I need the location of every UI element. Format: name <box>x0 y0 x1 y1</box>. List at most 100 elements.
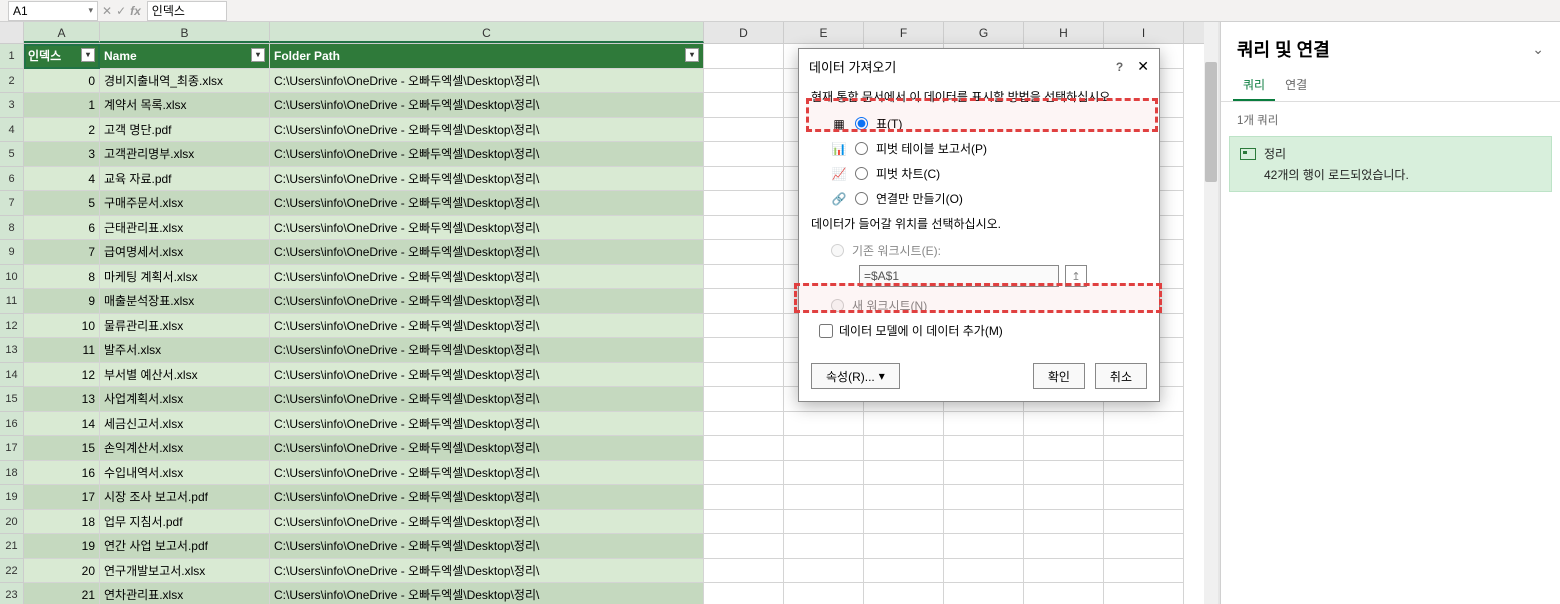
cell[interactable]: C:\Users\info\OneDrive - 오빠두엑셀\Desktop\정… <box>270 412 704 437</box>
cell[interactable] <box>704 142 784 167</box>
cell[interactable]: C:\Users\info\OneDrive - 오빠두엑셀\Desktop\정… <box>270 338 704 363</box>
cell[interactable]: 부서별 예산서.xlsx <box>100 363 270 388</box>
cell[interactable]: C:\Users\info\OneDrive - 오빠두엑셀\Desktop\정… <box>270 216 704 241</box>
cell[interactable]: C:\Users\info\OneDrive - 오빠두엑셀\Desktop\정… <box>270 240 704 265</box>
cell[interactable] <box>944 412 1024 437</box>
cell[interactable]: 7 <box>24 240 100 265</box>
cell[interactable] <box>784 510 864 535</box>
cell[interactable] <box>944 510 1024 535</box>
cell[interactable]: 시장 조사 보고서.pdf <box>100 485 270 510</box>
vertical-scroll-thumb[interactable] <box>1205 62 1217 182</box>
cell[interactable]: C:\Users\info\OneDrive - 오빠두엑셀\Desktop\정… <box>270 485 704 510</box>
row-header[interactable]: 18 <box>0 461 24 486</box>
row-header[interactable]: 5 <box>0 142 24 167</box>
cell[interactable] <box>704 534 784 559</box>
fx-icon[interactable]: fx <box>130 4 141 18</box>
cell[interactable]: 5 <box>24 191 100 216</box>
check-icon[interactable]: ✓ <box>116 4 126 18</box>
row-header[interactable]: 13 <box>0 338 24 363</box>
cell[interactable] <box>704 167 784 192</box>
row-header[interactable]: 10 <box>0 265 24 290</box>
cell[interactable] <box>1104 583 1184 604</box>
option-pivot-chart[interactable]: 📈 피벗 차트(C) <box>811 161 1147 186</box>
cell[interactable] <box>704 314 784 339</box>
cell[interactable]: 1 <box>24 93 100 118</box>
cell[interactable] <box>784 461 864 486</box>
cell[interactable]: C:\Users\info\OneDrive - 오빠두엑셀\Desktop\정… <box>270 559 704 584</box>
cell[interactable] <box>784 534 864 559</box>
cell[interactable]: 11 <box>24 338 100 363</box>
name-box[interactable]: A1 ▾ <box>8 1 98 21</box>
cell[interactable]: 17 <box>24 485 100 510</box>
row-header[interactable]: 12 <box>0 314 24 339</box>
cell[interactable]: 경비지출내역_최종.xlsx <box>100 69 270 94</box>
cell[interactable] <box>784 583 864 604</box>
cell[interactable]: 근태관리표.xlsx <box>100 216 270 241</box>
cell[interactable] <box>1104 461 1184 486</box>
cell[interactable]: 연구개발보고서.xlsx <box>100 559 270 584</box>
cell[interactable]: C:\Users\info\OneDrive - 오빠두엑셀\Desktop\정… <box>270 436 704 461</box>
cell[interactable]: 교육 자료.pdf <box>100 167 270 192</box>
option-connection-only[interactable]: 🔗 연결만 만들기(O) <box>811 186 1147 211</box>
cell[interactable] <box>1104 436 1184 461</box>
radio-pivot-report[interactable] <box>855 142 868 155</box>
row-header[interactable]: 8 <box>0 216 24 241</box>
cell[interactable]: C:\Users\info\OneDrive - 오빠두엑셀\Desktop\정… <box>270 142 704 167</box>
col-header-H[interactable]: H <box>1024 22 1104 43</box>
cell[interactable] <box>704 240 784 265</box>
row-header[interactable]: 19 <box>0 485 24 510</box>
cell[interactable]: C:\Users\info\OneDrive - 오빠두엑셀\Desktop\정… <box>270 510 704 535</box>
cell[interactable]: 발주서.xlsx <box>100 338 270 363</box>
cell[interactable] <box>1024 583 1104 604</box>
cell[interactable] <box>1024 412 1104 437</box>
cell[interactable] <box>784 412 864 437</box>
vertical-scrollbar[interactable] <box>1204 22 1218 604</box>
cell[interactable]: 사업계획서.xlsx <box>100 387 270 412</box>
cell[interactable]: 세금신고서.xlsx <box>100 412 270 437</box>
row-header[interactable]: 7 <box>0 191 24 216</box>
col-header-E[interactable]: E <box>784 22 864 43</box>
cell[interactable]: Name▾ <box>100 44 270 69</box>
cell[interactable]: 급여명세서.xlsx <box>100 240 270 265</box>
cell[interactable] <box>784 559 864 584</box>
cell[interactable]: C:\Users\info\OneDrive - 오빠두엑셀\Desktop\정… <box>270 167 704 192</box>
row-header[interactable]: 2 <box>0 69 24 94</box>
cell[interactable] <box>864 412 944 437</box>
cell[interactable] <box>1024 559 1104 584</box>
cell[interactable] <box>864 534 944 559</box>
cell[interactable]: C:\Users\info\OneDrive - 오빠두엑셀\Desktop\정… <box>270 387 704 412</box>
cell[interactable] <box>704 93 784 118</box>
cell[interactable]: 16 <box>24 461 100 486</box>
row-header[interactable]: 3 <box>0 93 24 118</box>
cell[interactable] <box>944 461 1024 486</box>
cell[interactable]: 손익계산서.xlsx <box>100 436 270 461</box>
formula-input[interactable]: 인덱스 <box>147 1 227 21</box>
row-header[interactable]: 21 <box>0 534 24 559</box>
cell[interactable] <box>1024 534 1104 559</box>
chevron-down-icon[interactable]: ⌄ <box>1532 41 1544 58</box>
checkbox-model[interactable] <box>819 324 833 338</box>
cell[interactable]: C:\Users\info\OneDrive - 오빠두엑셀\Desktop\정… <box>270 534 704 559</box>
row-header[interactable]: 15 <box>0 387 24 412</box>
cell[interactable] <box>1024 510 1104 535</box>
cell[interactable] <box>864 510 944 535</box>
properties-button[interactable]: 속성(R)...▾ <box>811 363 900 389</box>
cell[interactable]: C:\Users\info\OneDrive - 오빠두엑셀\Desktop\정… <box>270 118 704 143</box>
cell[interactable]: 매출분석장표.xlsx <box>100 289 270 314</box>
cell[interactable]: 9 <box>24 289 100 314</box>
cell[interactable]: 마케팅 계획서.xlsx <box>100 265 270 290</box>
tab-connections[interactable]: 연결 <box>1275 70 1317 101</box>
cell[interactable]: 18 <box>24 510 100 535</box>
cell[interactable] <box>1104 559 1184 584</box>
col-header-B[interactable]: B <box>100 22 270 43</box>
row-header[interactable]: 20 <box>0 510 24 535</box>
cell[interactable] <box>1104 485 1184 510</box>
cell[interactable] <box>864 583 944 604</box>
cell[interactable]: 구매주문서.xlsx <box>100 191 270 216</box>
cell[interactable]: 15 <box>24 436 100 461</box>
cell[interactable]: C:\Users\info\OneDrive - 오빠두엑셀\Desktop\정… <box>270 93 704 118</box>
cell[interactable] <box>944 534 1024 559</box>
cell[interactable] <box>704 191 784 216</box>
select-all-corner[interactable] <box>0 22 24 43</box>
cell[interactable] <box>704 216 784 241</box>
